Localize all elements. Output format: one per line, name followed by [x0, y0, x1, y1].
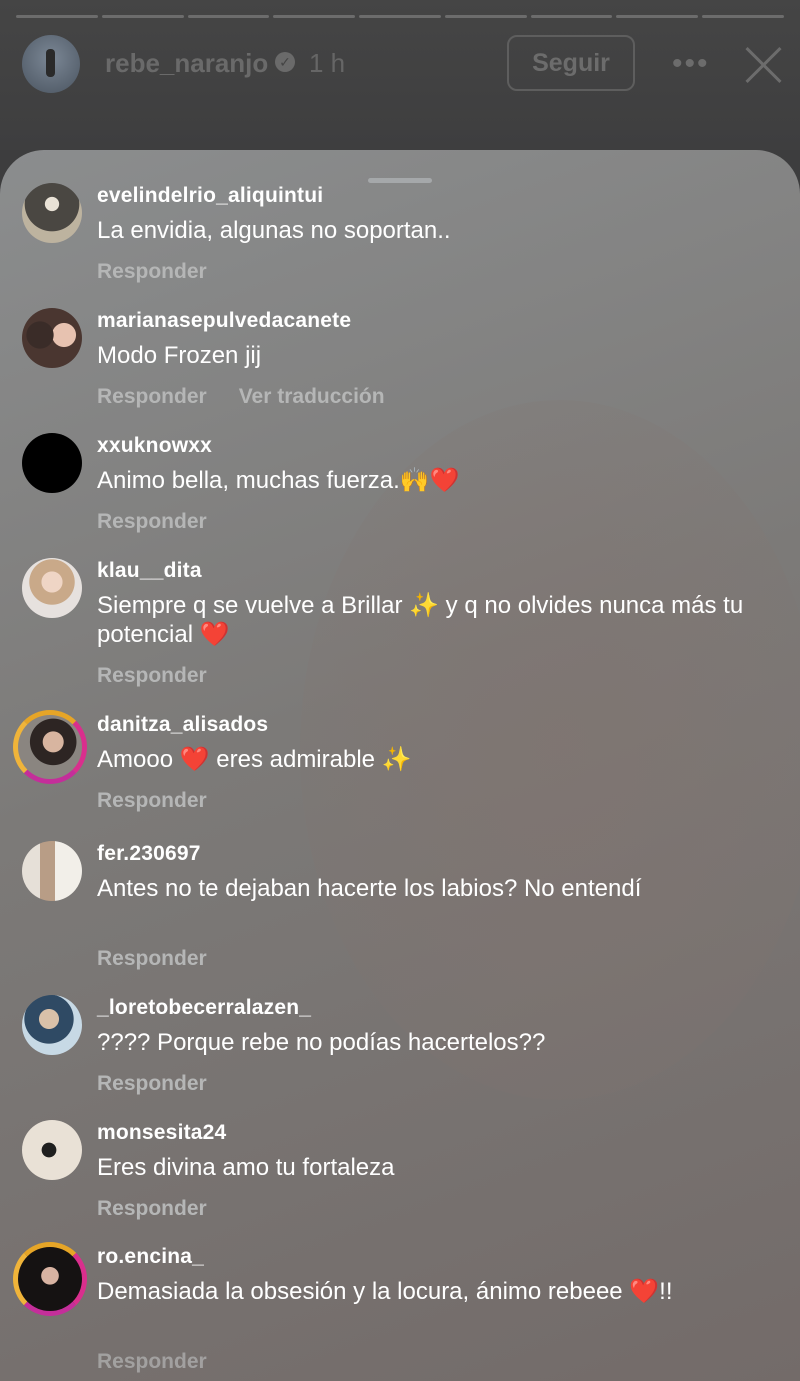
comment-username[interactable]: _loretobecerralazen_	[97, 996, 311, 1020]
comment-actions: Responder	[97, 947, 207, 971]
comment-username[interactable]: klau__dita	[97, 559, 202, 583]
more-options-icon[interactable]: •••	[672, 44, 708, 84]
comment-username[interactable]: ro.encina_	[97, 1245, 204, 1269]
comment-text: Eres divina amo tu fortaleza	[97, 1154, 395, 1181]
see-translation-button[interactable]: Ver traducción	[239, 385, 385, 408]
commenter-avatar[interactable]	[22, 558, 82, 618]
comment-actions: Responder	[97, 260, 207, 284]
comment-username[interactable]: fer.230697	[97, 842, 201, 866]
reply-button[interactable]: Responder	[97, 510, 207, 533]
comment-username[interactable]: danitza_alisados	[97, 713, 268, 737]
comment-text: ???? Porque rebe no podías hacertelos??	[97, 1029, 546, 1056]
comment-username[interactable]: evelindelrio_aliquintui	[97, 184, 323, 208]
commenter-avatar[interactable]	[22, 308, 82, 368]
reply-button[interactable]: Responder	[97, 260, 207, 283]
comment-actions: Responder	[97, 789, 207, 813]
comment-text: Modo Frozen jij	[97, 342, 262, 369]
story-author-avatar[interactable]	[22, 35, 80, 93]
reply-button[interactable]: Responder	[97, 1072, 207, 1095]
comment-actions: Responder	[97, 510, 207, 534]
comment-username[interactable]: marianasepulvedacanete	[97, 309, 351, 333]
comment-text: Amooo ❤️ eres admirable ✨	[97, 746, 412, 773]
comment-actions: Responder Ver traducción	[97, 385, 385, 409]
comment-actions: Responder	[97, 664, 207, 688]
reply-button[interactable]: Responder	[97, 1197, 207, 1220]
follow-button[interactable]: Seguir	[507, 35, 635, 91]
comment-actions: Responder	[97, 1197, 207, 1221]
reply-button[interactable]: Responder	[97, 664, 207, 687]
comment-text: Antes no te dejaban hacerte los labios? …	[97, 875, 642, 902]
comment-username[interactable]: monsesita24	[97, 1121, 226, 1145]
comment-text: Animo bella, muchas fuerza.🙌❤️	[97, 467, 460, 494]
comment-actions: Responder	[97, 1350, 207, 1374]
commenter-avatar-story-ring[interactable]	[13, 1242, 87, 1316]
commenter-avatar[interactable]	[22, 183, 82, 243]
comments-sheet: evelindelrio_aliquintui La envidia, algu…	[0, 150, 800, 1381]
comment-actions: Responder	[97, 1072, 207, 1096]
comment-text: Siempre q se vuelve a Brillar ✨ y q no o…	[97, 592, 744, 648]
commenter-avatar[interactable]	[22, 433, 82, 493]
comment-username[interactable]: xxuknowxx	[97, 434, 212, 458]
close-icon[interactable]	[743, 45, 783, 85]
story-header: rebe_naranjo ✓ 1 h Seguir •••	[0, 0, 800, 150]
story-progress-bar	[16, 15, 785, 18]
commenter-avatar[interactable]	[22, 841, 82, 901]
commenter-avatar-story-ring[interactable]	[13, 710, 87, 784]
reply-button[interactable]: Responder	[97, 385, 207, 408]
sheet-drag-handle[interactable]	[368, 178, 432, 183]
story-author-username[interactable]: rebe_naranjo	[105, 48, 268, 79]
commenter-avatar[interactable]	[22, 995, 82, 1055]
comment-text: La envidia, algunas no soportan..	[97, 217, 451, 244]
reply-button[interactable]: Responder	[97, 789, 207, 812]
story-timestamp: 1 h	[309, 48, 346, 78]
comment-text: Demasiada la obsesión y la locura, ánimo…	[97, 1278, 673, 1305]
reply-button[interactable]: Responder	[97, 947, 207, 970]
reply-button[interactable]: Responder	[97, 1350, 207, 1373]
verified-badge-icon: ✓	[275, 52, 295, 72]
commenter-avatar[interactable]	[22, 1120, 82, 1180]
